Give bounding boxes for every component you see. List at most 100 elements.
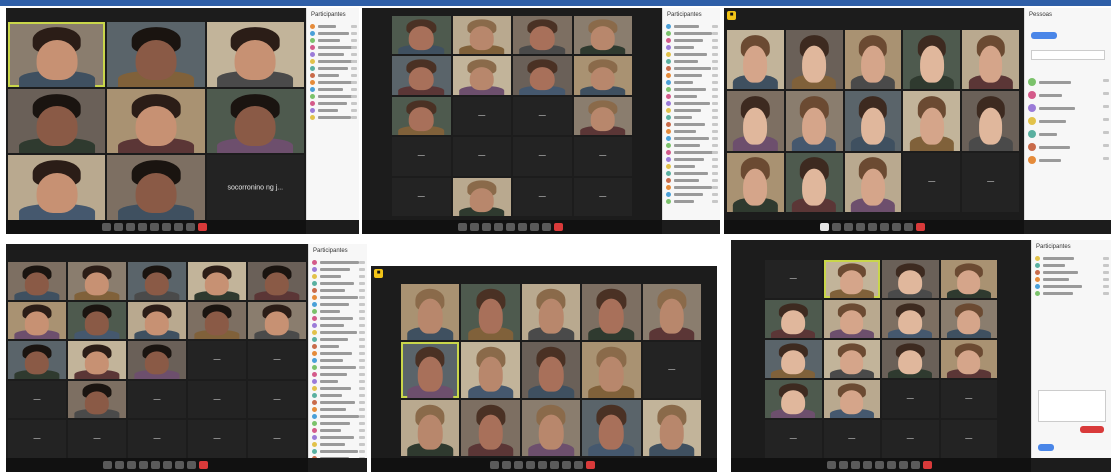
participant-tile[interactable] — [582, 400, 641, 456]
participant-list-item[interactable] — [666, 122, 718, 128]
participant-tile[interactable] — [461, 284, 520, 340]
participant-tile[interactable] — [248, 262, 306, 300]
chat-button[interactable] — [911, 461, 920, 469]
mic-button[interactable] — [458, 223, 467, 231]
participant-list-item[interactable] — [312, 456, 365, 458]
participant-tile[interactable] — [521, 342, 581, 398]
participant-list-item[interactable] — [312, 421, 365, 427]
chat-button[interactable] — [186, 223, 195, 231]
participant-list-item[interactable] — [310, 45, 357, 51]
participant-tile[interactable]: — — [68, 420, 126, 458]
reactions-button[interactable] — [494, 223, 503, 231]
participant-list-item[interactable] — [312, 449, 365, 455]
participant-list-item[interactable] — [666, 101, 718, 107]
participant-list-item[interactable] — [310, 73, 357, 79]
participant-list-item[interactable] — [310, 108, 357, 114]
participant-list-item[interactable] — [312, 274, 365, 280]
mic-button[interactable] — [103, 461, 112, 469]
participant-tile[interactable] — [461, 342, 520, 398]
participant-list-item[interactable] — [666, 150, 718, 156]
participant-tile[interactable] — [128, 341, 186, 379]
mic-button[interactable] — [490, 461, 499, 469]
participant-tile[interactable] — [582, 342, 641, 398]
participant-list-item[interactable] — [1028, 143, 1109, 153]
participant-list-item[interactable] — [666, 115, 718, 121]
raise-hand-button[interactable] — [163, 461, 172, 469]
chat-button[interactable] — [574, 461, 583, 469]
participant-list-item[interactable] — [312, 295, 365, 301]
participant-list-item[interactable] — [1028, 78, 1109, 88]
participant-tile[interactable] — [903, 30, 961, 90]
participant-tile[interactable] — [392, 56, 451, 95]
participant-list-item[interactable] — [310, 59, 357, 65]
participant-tile[interactable]: — — [452, 96, 511, 136]
add-people-button[interactable] — [1031, 32, 1057, 39]
participant-tile[interactable] — [68, 262, 126, 300]
reactions-button[interactable] — [526, 461, 535, 469]
participant-list-item[interactable] — [1035, 256, 1109, 262]
participant-tile[interactable] — [107, 88, 205, 154]
reactions-button[interactable] — [138, 223, 147, 231]
participant-tile[interactable]: — — [513, 177, 572, 216]
participant-list-item[interactable] — [1035, 263, 1109, 269]
participant-tile[interactable]: — — [188, 420, 246, 458]
participant-tile[interactable] — [392, 16, 451, 55]
present-button[interactable] — [150, 223, 159, 231]
mic-button[interactable] — [102, 223, 111, 231]
participant-tile[interactable] — [68, 301, 126, 340]
camera-button[interactable] — [502, 461, 511, 469]
participant-list-item[interactable] — [312, 379, 365, 385]
participant-tile[interactable] — [785, 152, 843, 212]
participant-tile[interactable] — [452, 56, 511, 95]
participant-list-item[interactable] — [312, 365, 365, 371]
participant-list-item[interactable] — [666, 38, 718, 44]
participant-tile[interactable] — [823, 300, 880, 338]
mic-button[interactable] — [820, 223, 829, 231]
participant-tile[interactable] — [962, 30, 1019, 90]
participant-tile[interactable] — [107, 22, 205, 87]
participant-list-item[interactable] — [666, 94, 718, 100]
captions-button[interactable] — [844, 223, 853, 231]
camera-button[interactable] — [832, 223, 841, 231]
participant-list-item[interactable] — [666, 87, 718, 93]
camera-button[interactable] — [114, 223, 123, 231]
participant-list-item[interactable] — [312, 351, 365, 357]
participant-list-item[interactable] — [1028, 156, 1109, 166]
participant-tile[interactable] — [765, 340, 822, 378]
participant-tile[interactable] — [844, 30, 902, 90]
participant-list-item[interactable] — [310, 66, 357, 72]
participant-tile[interactable]: — — [248, 380, 306, 419]
participant-list-item[interactable] — [310, 115, 357, 121]
participant-tile[interactable]: socorronino ng j... — [206, 155, 304, 220]
participant-list-item[interactable] — [666, 45, 718, 51]
participant-tile[interactable] — [582, 284, 641, 340]
captions-button[interactable] — [851, 461, 860, 469]
participant-tile[interactable]: — — [513, 96, 572, 136]
participant-list-item[interactable] — [312, 281, 365, 287]
participant-tile[interactable] — [573, 16, 632, 55]
participant-tile[interactable] — [68, 380, 126, 419]
participant-tile[interactable] — [452, 177, 511, 216]
camera-button[interactable] — [470, 223, 479, 231]
participant-list-item[interactable] — [310, 24, 357, 30]
participant-list-item[interactable] — [666, 157, 718, 163]
participant-tile[interactable] — [727, 152, 784, 212]
participant-tile[interactable] — [68, 341, 126, 379]
participant-tile[interactable] — [844, 152, 902, 212]
leave-call-button[interactable] — [199, 461, 208, 469]
participant-tile[interactable] — [461, 400, 520, 456]
participant-list-item[interactable] — [312, 407, 365, 413]
participant-tile[interactable] — [8, 88, 106, 154]
more-options-button[interactable] — [892, 223, 901, 231]
participant-tile[interactable] — [962, 91, 1019, 151]
leave-call-button[interactable] — [586, 461, 595, 469]
participant-tile[interactable] — [882, 300, 939, 338]
chat-button[interactable] — [1038, 444, 1054, 451]
participant-list-item[interactable] — [666, 178, 718, 184]
captions-button[interactable] — [482, 223, 491, 231]
participant-tile[interactable] — [940, 300, 997, 338]
participant-tile[interactable]: — — [188, 380, 246, 419]
participant-list-item[interactable] — [312, 344, 365, 350]
participant-list-item[interactable] — [312, 288, 365, 294]
present-button[interactable] — [868, 223, 877, 231]
